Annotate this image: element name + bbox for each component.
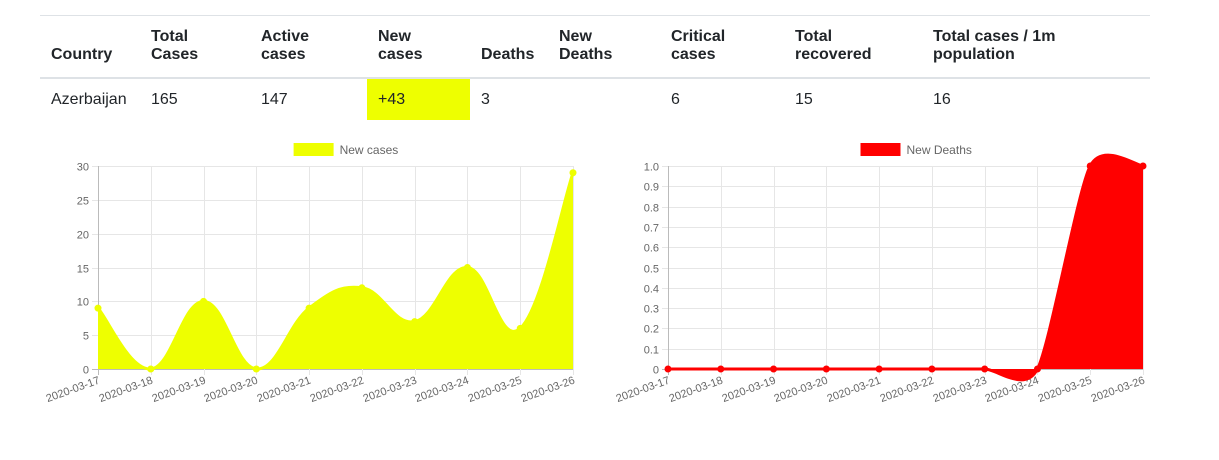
- x-tick-label: 2020-03-22: [879, 375, 936, 406]
- cell-cases-per-million: 16: [933, 90, 951, 108]
- cell-total-cases: 165: [151, 90, 178, 108]
- header-deaths: Deaths: [470, 15, 548, 79]
- data-point: [770, 365, 778, 373]
- data-point: [875, 365, 883, 373]
- series-area: [668, 155, 1143, 380]
- new-deaths-chart-svg: 0 0.1 0.2 0.3 0.4 0.5 0.6 0.7 0.8 0.9 1.0 2020-03-1…: [615, 143, 1147, 406]
- x-tick-label: 2020-03-25: [1037, 375, 1094, 406]
- y-tick-label: 0.6: [644, 243, 659, 255]
- stats-table: Country Total Cases Active cases New cas…: [40, 15, 1150, 120]
- header-country: Country: [40, 15, 140, 79]
- data-point: [516, 324, 524, 332]
- y-tick-label: 0.9: [644, 182, 659, 194]
- data-point: [664, 365, 672, 373]
- x-tick-label: 2020-03-26: [1090, 375, 1147, 406]
- y-tick-label: 0.7: [644, 223, 659, 235]
- data-point: [1086, 162, 1094, 170]
- cell-country: Azerbaijan: [51, 90, 127, 108]
- x-tick-label: 2020-03-17: [615, 375, 672, 406]
- legend-swatch: [860, 143, 901, 156]
- y-tick-label: 30: [77, 162, 89, 174]
- data-point: [358, 284, 366, 292]
- cell-new-cases: +43: [367, 78, 470, 120]
- x-tick-label: 2020-03-26: [520, 375, 577, 406]
- series-area: [98, 172, 573, 370]
- data-point: [981, 365, 989, 373]
- header-total-cases: Total Cases: [140, 15, 250, 79]
- header-label: Country: [51, 46, 113, 63]
- cell-critical-cases: 6: [671, 90, 680, 108]
- x-tick-label: 2020-03-21: [256, 375, 313, 406]
- new-cases-chart: 0 5 10 15 20 25 30 2020-03-17 2020-03-18 2020-03-…: [40, 138, 585, 408]
- y-tick-label: 0: [653, 365, 659, 377]
- y-tick-label: 15: [77, 264, 89, 276]
- y-tick-label: 5: [83, 331, 89, 343]
- new-deaths-chart: 0 0.1 0.2 0.3 0.4 0.5 0.6 0.7 0.8 0.9 1.0 2020-03-1…: [610, 138, 1155, 408]
- header-new-deaths: New Deaths: [548, 15, 660, 79]
- header-label: Deaths: [481, 46, 535, 63]
- y-tick-label: 0.8: [644, 203, 659, 215]
- y-tick-label: 10: [77, 297, 89, 309]
- y-tick-label: 0.2: [644, 324, 659, 336]
- y-tick-label: 20: [77, 230, 89, 242]
- x-tick-label: 2020-03-18: [668, 375, 725, 406]
- y-tick-label: 0: [83, 365, 89, 377]
- data-point: [822, 365, 830, 373]
- x-tick-label: 2020-03-24: [414, 375, 471, 406]
- y-tick-label: 0.4: [644, 284, 659, 296]
- y-tick-label: 0.5: [644, 264, 659, 276]
- x-tick-label: 2020-03-25: [467, 375, 524, 406]
- y-tick-label: 0.1: [644, 345, 659, 357]
- table-row: Azerbaijan 165 147 +43 3 6 15 16: [40, 78, 1150, 120]
- legend-label: New Deaths: [907, 143, 972, 157]
- data-point: [928, 365, 936, 373]
- header-label: New cases: [378, 28, 423, 63]
- cell-deaths: 3: [481, 90, 490, 108]
- x-tick-label: 2020-03-19: [151, 375, 208, 406]
- x-tick-label: 2020-03-17: [45, 375, 102, 406]
- header-total-recovered: Total recovered: [784, 15, 922, 79]
- x-tick-label: 2020-03-23: [362, 375, 419, 406]
- data-point: [94, 304, 102, 312]
- x-tick-label: 2020-03-19: [721, 375, 778, 406]
- cell-active-cases: 147: [261, 90, 288, 108]
- data-point: [147, 365, 155, 373]
- x-tick-label: 2020-03-21: [826, 375, 883, 406]
- data-point: [1139, 162, 1147, 170]
- data-point: [411, 318, 419, 326]
- header-label: New Deaths: [559, 28, 613, 63]
- cell-total-recovered: 15: [795, 90, 813, 108]
- header-label: Total recovered: [795, 28, 872, 63]
- table-header-row: Country Total Cases Active cases New cas…: [40, 15, 1150, 79]
- x-tick-label: 2020-03-23: [932, 375, 989, 406]
- header-label: Total Cases: [151, 28, 199, 63]
- new-cases-chart-svg: 0510152025302020-03-172020-03-182020-03-…: [45, 143, 577, 406]
- y-tick-label: 0.3: [644, 304, 659, 316]
- x-tick-label: 2020-03-20: [773, 375, 830, 406]
- legend-swatch: [293, 143, 334, 156]
- header-label: Critical cases: [671, 28, 726, 63]
- data-point: [200, 297, 208, 305]
- data-point: [305, 304, 313, 312]
- x-tick-label: 2020-03-22: [309, 375, 366, 406]
- y-tick-label: 25: [77, 196, 89, 208]
- header-new-cases: New cases: [367, 15, 470, 79]
- data-point: [569, 169, 577, 177]
- header-label: Active cases: [261, 28, 310, 63]
- x-tick-label: 2020-03-20: [203, 375, 260, 406]
- x-tick-label: 2020-03-18: [98, 375, 155, 406]
- y-tick-label: 1.0: [644, 162, 659, 174]
- legend-label: New cases: [340, 143, 399, 157]
- header-label: Total cases / 1m population: [933, 28, 1056, 63]
- header-critical-cases: Critical cases: [660, 15, 784, 79]
- data-point: [717, 365, 725, 373]
- data-point: [463, 264, 471, 271]
- cell-new-deaths: [548, 78, 660, 120]
- header-cases-per-million: Total cases / 1m population: [922, 15, 1150, 79]
- data-point: [1033, 365, 1041, 373]
- header-active-cases: Active cases: [250, 15, 367, 79]
- data-point: [252, 365, 260, 373]
